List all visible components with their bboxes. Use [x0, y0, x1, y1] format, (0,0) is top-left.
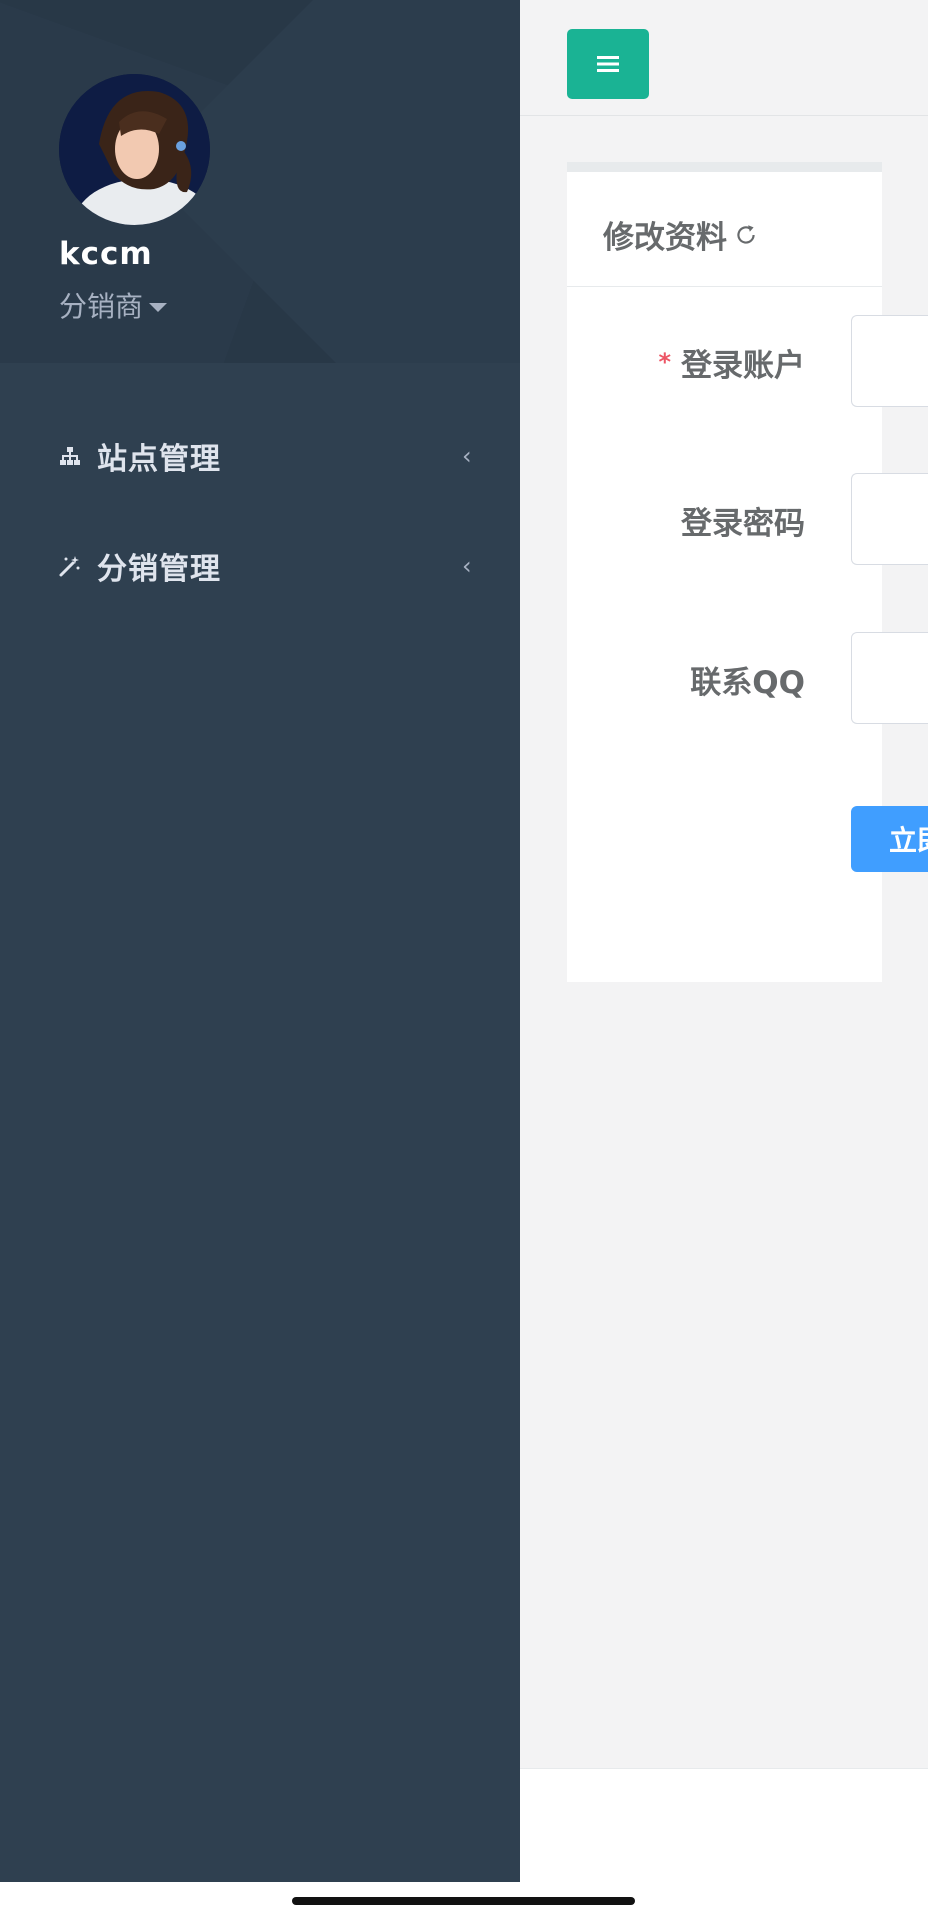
profile-role-dropdown[interactable]: 分销商	[59, 285, 168, 325]
panel-title: 修改资料	[603, 212, 759, 257]
sidebar: kccm 分销商 站点管理 ‹ 分销管理 ‹	[0, 0, 520, 1882]
sitemap-icon	[60, 447, 80, 465]
profile-username: kccm	[59, 236, 153, 272]
chevron-left-icon: ‹	[462, 442, 472, 470]
sidebar-item-label: 站点管理	[97, 442, 221, 477]
refresh-icon[interactable]	[733, 222, 759, 248]
avatar-image	[59, 74, 210, 225]
form-label-contact-qq: 联系QQ	[595, 657, 805, 702]
profile-role-label: 分销商	[59, 290, 144, 323]
form-label-login-account: * 登录账户	[595, 340, 805, 385]
avatar[interactable]	[59, 74, 210, 225]
chevron-left-icon: ‹	[462, 552, 472, 580]
contact-qq-input[interactable]	[851, 632, 928, 724]
login-account-input[interactable]	[851, 315, 928, 407]
form-label-login-password: 登录密码	[595, 498, 805, 543]
panel-divider	[567, 286, 882, 287]
footer	[520, 1768, 928, 1883]
sidebar-item-site-management[interactable]: 站点管理 ‹	[0, 416, 520, 496]
panel-title-text: 修改资料	[603, 220, 727, 256]
form-label-text: 联系QQ	[690, 665, 805, 701]
hamburger-icon	[597, 56, 619, 72]
home-indicator[interactable]	[292, 1897, 635, 1905]
caret-down-icon	[149, 302, 168, 312]
form-label-text: 登录密码	[681, 506, 805, 542]
submit-button[interactable]: 立即	[851, 806, 928, 872]
menu-toggle-button[interactable]	[567, 29, 649, 99]
sidebar-item-label: 分销管理	[97, 552, 221, 587]
required-mark: *	[658, 348, 671, 376]
login-password-input[interactable]	[851, 473, 928, 565]
magic-wand-icon	[59, 556, 80, 577]
edit-profile-panel: 修改资料	[567, 162, 882, 982]
form-label-text: 登录账户	[681, 348, 805, 384]
profile-header: kccm 分销商	[0, 0, 520, 363]
sidebar-item-distribution-management[interactable]: 分销管理 ‹	[0, 526, 520, 606]
